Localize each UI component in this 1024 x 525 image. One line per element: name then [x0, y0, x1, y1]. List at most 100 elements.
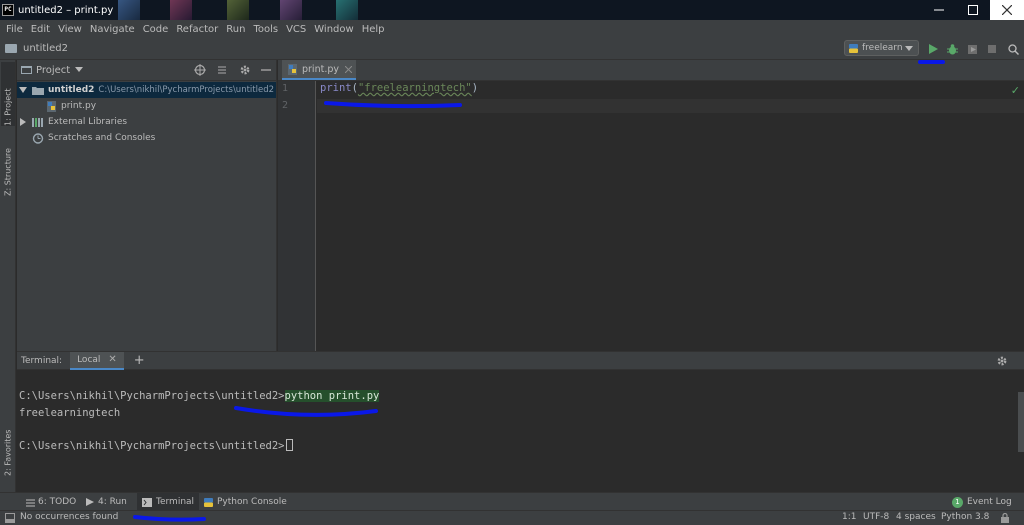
run-configuration-label: freelearn	[862, 43, 903, 53]
lock-icon[interactable]	[1000, 513, 1010, 523]
event-count-badge: 1	[952, 496, 963, 508]
status-caret-position[interactable]: 1:1	[842, 512, 856, 522]
taskbar-thumbnail-icon	[170, 0, 192, 20]
run-with-coverage-button[interactable]	[964, 41, 980, 57]
menu-vcs[interactable]: VCS	[282, 24, 310, 35]
close-tab-icon[interactable]: ✕	[108, 354, 116, 365]
tool-tab-todo[interactable]: 6: TODO	[26, 493, 76, 511]
terminal-prompt: C:\Users\nikhil\PycharmProjects\untitled…	[19, 440, 285, 452]
chevron-down-icon[interactable]	[75, 67, 84, 73]
python-file-icon	[288, 63, 297, 75]
run-button[interactable]	[925, 41, 941, 57]
folder-icon	[32, 86, 44, 95]
project-panel-title[interactable]: Project	[36, 65, 70, 76]
bottom-tool-window-bar: 6: TODO 4: Run Terminal Python Console 1…	[0, 492, 1024, 511]
new-terminal-button[interactable]: +	[134, 353, 145, 368]
target-icon	[194, 64, 206, 76]
chevron-down-icon	[905, 46, 913, 51]
terminal-tab-local[interactable]: Local ✕	[70, 351, 124, 370]
terminal-tool-window: Terminal: Local ✕ + C:\Users\nikhil\Pych…	[17, 351, 1024, 492]
project-view-icon	[21, 66, 32, 74]
line-number: 1	[282, 83, 289, 94]
close-window-button[interactable]	[990, 0, 1024, 20]
toggle-tool-windows-icon[interactable]	[5, 513, 15, 523]
menu-help[interactable]: Help	[358, 24, 389, 35]
terminal-prompt: C:\Users\nikhil\PycharmProjects\untitled…	[19, 390, 285, 402]
coverage-icon	[967, 44, 977, 54]
menu-window[interactable]: Window	[310, 24, 357, 35]
status-message: No occurrences found	[20, 512, 119, 522]
code-paren: )	[471, 82, 479, 94]
status-interpreter[interactable]: Python 3.8	[941, 512, 989, 522]
tool-tab-project[interactable]: 1: Project	[1, 62, 15, 126]
tree-item-external-libraries[interactable]: External Libraries	[17, 114, 276, 130]
tool-tab-terminal[interactable]: Terminal	[137, 493, 200, 511]
status-encoding[interactable]: UTF-8	[863, 512, 889, 522]
run-configuration-select[interactable]: freelearn	[844, 40, 919, 56]
tool-tab-favorites[interactable]: 2: Favorites	[1, 410, 15, 476]
menu-edit[interactable]: Edit	[27, 24, 54, 35]
editor-tab-print-py[interactable]: print.py	[282, 60, 356, 80]
minimize-icon	[934, 9, 944, 11]
maximize-button[interactable]	[956, 0, 990, 20]
close-tab-icon[interactable]	[345, 65, 352, 73]
run-icon	[929, 44, 938, 54]
editor-tab-bar: print.py	[278, 60, 1024, 81]
line-number-gutter: 1 2	[278, 81, 316, 351]
status-indent[interactable]: 4 spaces	[896, 512, 936, 522]
settings-button[interactable]	[238, 63, 252, 77]
library-icon	[32, 118, 43, 127]
terminal-scrollbar[interactable]	[1018, 392, 1024, 452]
collapse-all-icon	[218, 66, 226, 74]
menu-view[interactable]: View	[54, 24, 86, 35]
inspection-ok-icon[interactable]: ✓	[1011, 84, 1020, 97]
code-line-1[interactable]: print("freelearningtech")	[320, 82, 478, 94]
project-panel-header: Project	[17, 60, 276, 81]
terminal-line-command[interactable]: C:\Users\nikhil\PycharmProjects\untitled…	[19, 390, 380, 402]
tree-item-print-py[interactable]: print.py	[17, 98, 276, 114]
navigation-bar: untitled2 freelearn	[0, 38, 1024, 60]
menu-code[interactable]: Code	[139, 24, 173, 35]
tool-tab-event-log[interactable]: 1 Event Log	[952, 493, 1012, 511]
tool-tab-structure[interactable]: Z: Structure	[1, 132, 15, 196]
current-line-highlight	[317, 99, 1024, 113]
todo-icon	[26, 499, 35, 506]
tree-root-name: untitled2	[48, 85, 95, 95]
locate-file-button[interactable]	[193, 63, 207, 77]
scratches-icon	[32, 132, 44, 144]
menu-refactor[interactable]: Refactor	[172, 24, 222, 35]
status-bar: No occurrences found 1:1 UTF-8 4 spaces …	[0, 510, 1024, 525]
chevron-right-icon	[20, 118, 26, 126]
close-icon	[1002, 5, 1012, 15]
folder-icon	[5, 44, 17, 53]
maximize-icon	[968, 5, 978, 15]
taskbar-thumbnail-icon	[336, 0, 358, 20]
minimize-button[interactable]	[922, 0, 956, 20]
tool-tab-run[interactable]: 4: Run	[86, 493, 127, 511]
tree-item-scratches[interactable]: Scratches and Consoles	[17, 130, 276, 146]
tree-item-project-root[interactable]: untitled2 C:\Users\nikhil\PycharmProject…	[17, 82, 276, 98]
menu-run[interactable]: Run	[222, 24, 249, 35]
python-file-icon	[47, 100, 56, 112]
menu-file[interactable]: File	[2, 24, 27, 35]
code-editor: print.py 1 2 print("freelearningtech") ✓	[278, 60, 1024, 351]
gear-icon[interactable]	[996, 355, 1008, 367]
terminal-cursor	[285, 439, 293, 451]
search-everywhere-button[interactable]	[1005, 41, 1021, 57]
debug-button[interactable]	[944, 41, 960, 57]
code-function: print	[320, 82, 352, 94]
hide-panel-button[interactable]	[259, 63, 273, 77]
debug-icon	[946, 43, 958, 54]
stop-button[interactable]	[984, 41, 1000, 57]
menu-navigate[interactable]: Navigate	[86, 24, 139, 35]
tree-root-path: C:\Users\nikhil\PycharmProjects\untitled…	[98, 85, 275, 95]
terminal-line-prompt[interactable]: C:\Users\nikhil\PycharmProjects\untitled…	[19, 439, 293, 452]
tree-item-label: External Libraries	[48, 117, 128, 127]
breadcrumb-project[interactable]: untitled2	[23, 43, 68, 54]
tool-tab-label: Python Console	[217, 497, 287, 507]
collapse-all-button[interactable]	[215, 63, 229, 77]
tool-tab-label: 6: TODO	[38, 497, 77, 507]
taskbar-thumbnail-icon	[280, 0, 302, 20]
menu-tools[interactable]: Tools	[249, 24, 282, 35]
tool-tab-python-console[interactable]: Python Console	[204, 493, 287, 511]
